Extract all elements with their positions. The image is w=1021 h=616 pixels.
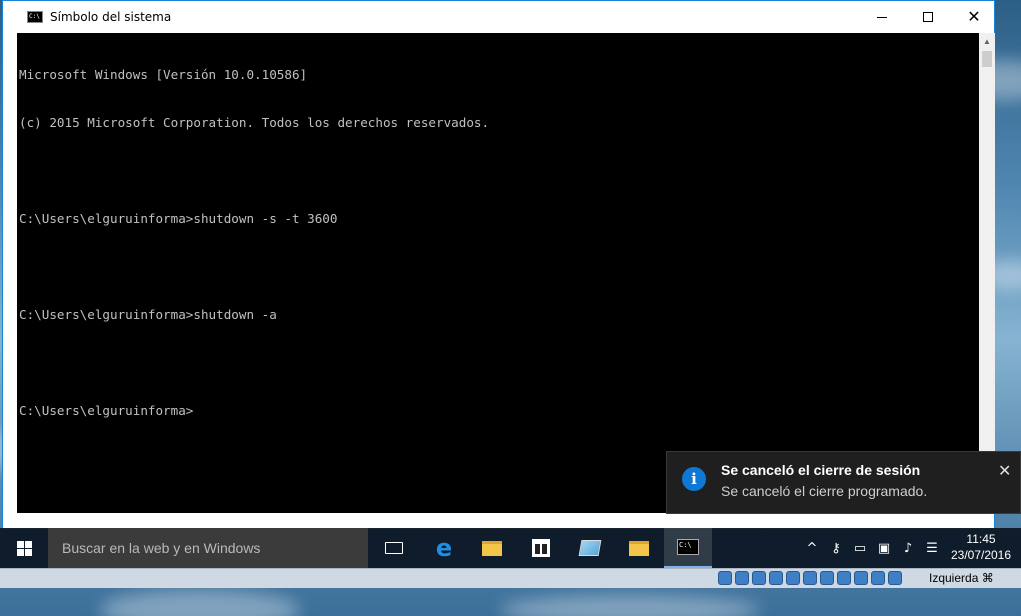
- taskbar: Buscar en la web y en Windows e C:\ ^ ⚷ …: [0, 528, 1021, 568]
- display-icon[interactable]: [803, 571, 817, 585]
- close-icon: ✕: [967, 7, 981, 26]
- mouse-integration-icon[interactable]: [871, 571, 885, 585]
- notification-title: Se canceló el cierre de sesión: [721, 462, 921, 478]
- folder-button[interactable]: [615, 528, 663, 568]
- virtualbox-status-bar: Izquierda ⌘: [0, 568, 1021, 588]
- edge-button[interactable]: e: [420, 528, 468, 568]
- console-prompt: C:\Users\elguruinforma>: [19, 403, 194, 418]
- cmd-taskbar-button[interactable]: C:\: [664, 528, 712, 568]
- window-titlebar[interactable]: C:\ Símbolo del sistema ✕: [3, 1, 994, 33]
- edge-icon: e: [435, 534, 453, 562]
- scroll-thumb[interactable]: [982, 51, 992, 67]
- cmd-icon: C:\: [677, 539, 699, 555]
- minimize-button[interactable]: [859, 1, 905, 33]
- store-button[interactable]: [517, 528, 565, 568]
- network-adapter-icon[interactable]: [837, 571, 851, 585]
- taskbar-clock[interactable]: 11:45 23/07/2016: [946, 531, 1016, 563]
- clock-date: 23/07/2016: [950, 548, 1012, 562]
- file-explorer-button[interactable]: [468, 528, 516, 568]
- store-icon: [532, 539, 550, 557]
- vertical-scrollbar[interactable]: ▲: [979, 33, 995, 513]
- scroll-up-arrow-icon[interactable]: ▲: [979, 33, 995, 49]
- shared-folder-icon[interactable]: [786, 571, 800, 585]
- console-line: Microsoft Windows [Versión 10.0.10586]: [19, 67, 308, 82]
- usb-icon[interactable]: [769, 571, 783, 585]
- chevron-up-icon[interactable]: ^: [800, 528, 824, 568]
- search-placeholder: Buscar en la web y en Windows: [62, 540, 261, 556]
- battery-icon[interactable]: ▭: [848, 528, 872, 568]
- console-line: (c) 2015 Microsoft Corporation. Todos lo…: [19, 115, 490, 130]
- audio-icon[interactable]: [752, 571, 766, 585]
- cmd-icon: C:\: [27, 11, 43, 23]
- search-box[interactable]: Buscar en la web y en Windows: [48, 528, 368, 568]
- cpu-icon[interactable]: [854, 571, 868, 585]
- file-explorer-icon: [482, 540, 502, 556]
- maximize-icon: [923, 12, 933, 22]
- vbox-device-icons: [718, 571, 902, 585]
- optical-drive-icon[interactable]: [735, 571, 749, 585]
- notification-close-button[interactable]: ✕: [998, 461, 1011, 480]
- task-view-icon: [385, 542, 403, 554]
- volume-icon[interactable]: ♪: [896, 528, 920, 568]
- hard-disk-icon[interactable]: [718, 571, 732, 585]
- notification-body: Se canceló el cierre programado.: [721, 483, 928, 499]
- minimize-icon: [877, 16, 887, 18]
- console-line: C:\Users\elguruinforma>shutdown -s -t 36…: [19, 211, 338, 226]
- folder-icon: [629, 540, 649, 556]
- network-icon[interactable]: ▣: [872, 528, 896, 568]
- system-tray: ^ ⚷ ▭ ▣ ♪ ☰: [800, 528, 944, 568]
- clock-time: 11:45: [966, 532, 996, 546]
- photos-button[interactable]: [566, 528, 614, 568]
- task-view-button[interactable]: [370, 528, 418, 568]
- maximize-button[interactable]: [905, 1, 951, 33]
- window-title: Símbolo del sistema: [50, 10, 172, 24]
- action-center-icon[interactable]: ☰: [920, 528, 944, 568]
- start-button[interactable]: [0, 528, 48, 568]
- info-icon: i: [682, 467, 706, 491]
- photos-icon: [578, 540, 602, 556]
- keys-icon[interactable]: ⚷: [824, 528, 848, 568]
- keyboard-capture-icon[interactable]: [888, 571, 902, 585]
- host-key-label: Izquierda ⌘: [929, 571, 994, 585]
- close-button[interactable]: ✕: [951, 1, 997, 33]
- video-capture-icon[interactable]: [820, 571, 834, 585]
- notification-toast[interactable]: i Se canceló el cierre de sesión Se canc…: [666, 451, 1021, 514]
- windows-logo-icon: [16, 540, 32, 556]
- console-line: C:\Users\elguruinforma>shutdown -a: [19, 307, 277, 322]
- console-output[interactable]: Microsoft Windows [Versión 10.0.10586] (…: [17, 33, 979, 513]
